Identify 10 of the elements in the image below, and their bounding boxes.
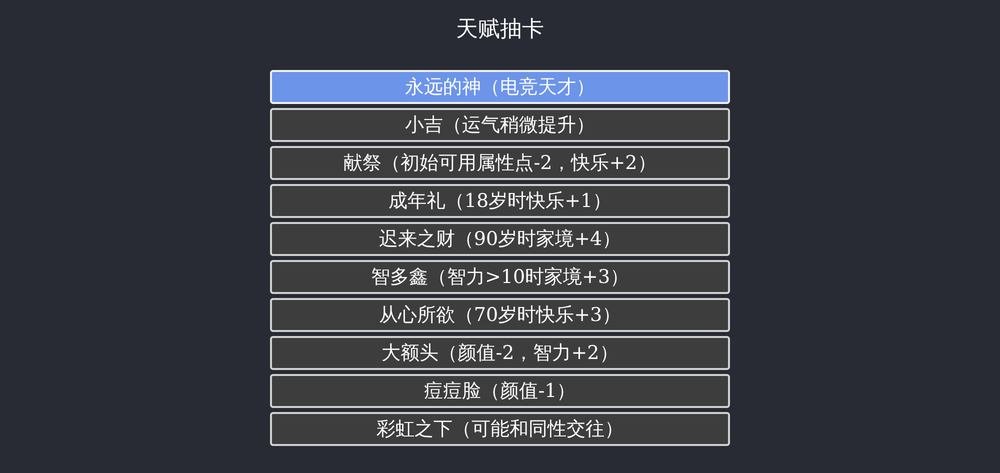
talent-button[interactable]: 大额头（颜值-2，智力+2） bbox=[270, 336, 730, 370]
talent-button[interactable]: 迟来之财（90岁时家境+4） bbox=[270, 222, 730, 256]
talent-button[interactable]: 成年礼（18岁时快乐+1） bbox=[270, 184, 730, 218]
talent-button[interactable]: 智多鑫（智力>10时家境+3） bbox=[270, 260, 730, 294]
talent-button[interactable]: 痘痘脸（颜值-1） bbox=[270, 374, 730, 408]
talent-button[interactable]: 彩虹之下（可能和同性交往） bbox=[270, 412, 730, 446]
talent-button[interactable]: 小吉（运气稍微提升） bbox=[270, 108, 730, 142]
talent-button[interactable]: 献祭（初始可用属性点-2，快乐+2） bbox=[270, 146, 730, 180]
page-title: 天赋抽卡 bbox=[455, 16, 545, 44]
talent-button[interactable]: 从心所欲（70岁时快乐+3） bbox=[270, 298, 730, 332]
